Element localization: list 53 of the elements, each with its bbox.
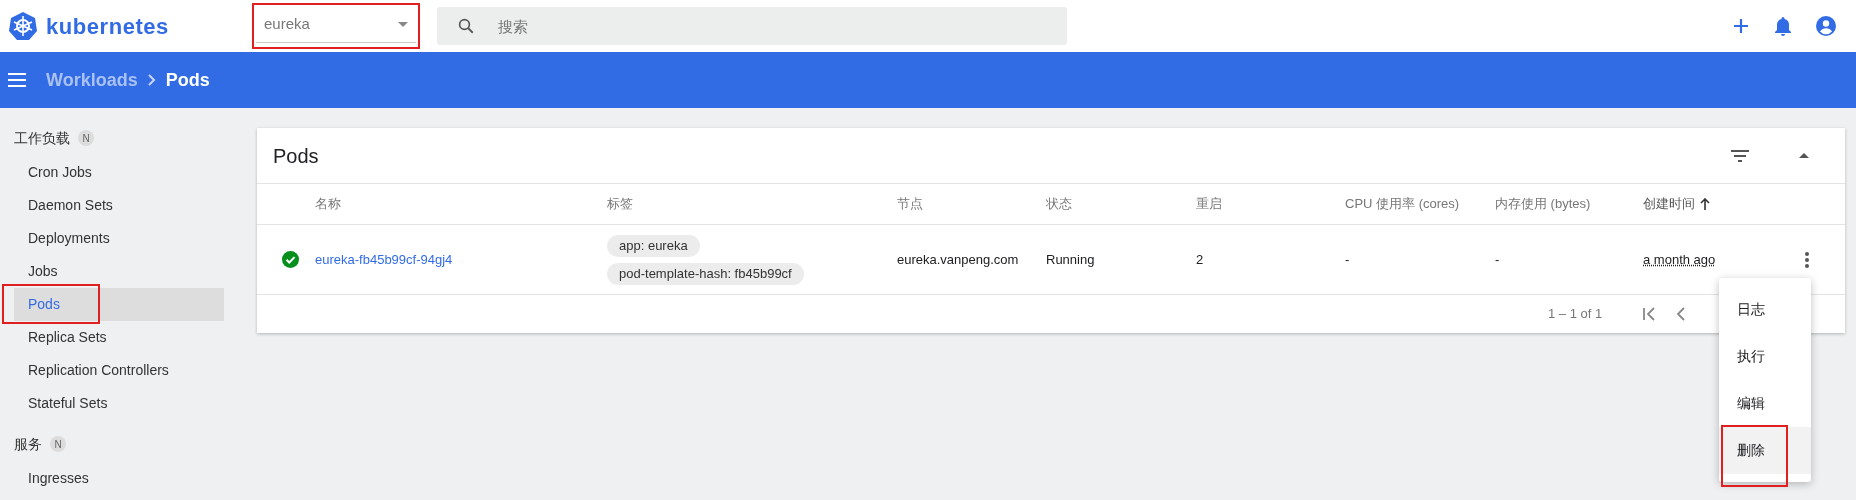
previous-page-icon[interactable] bbox=[1676, 307, 1687, 321]
sidebar-item[interactable]: Replication Controllers bbox=[14, 354, 224, 387]
table-cell: eureka.vanpeng.com bbox=[897, 251, 1019, 267]
app-logo-text: kubernetes bbox=[46, 12, 169, 41]
column-header[interactable]: 节点 bbox=[897, 194, 923, 214]
sidebar-item[interactable]: Ingresses bbox=[14, 462, 224, 495]
breadcrumb-item: Pods bbox=[165, 68, 210, 92]
sidebar-item[interactable]: Deployments bbox=[14, 222, 224, 255]
namespaced-badge: N bbox=[78, 130, 94, 146]
namespace-select[interactable]: eureka bbox=[252, 3, 420, 49]
table-cell: 2 bbox=[1196, 251, 1204, 267]
sidebar-item[interactable]: Cron Jobs bbox=[14, 156, 224, 189]
namespaced-badge: N bbox=[50, 436, 66, 452]
collapse-caret-icon[interactable] bbox=[1799, 153, 1809, 158]
chevron-right-icon bbox=[147, 74, 156, 86]
column-header[interactable]: 创建时间 bbox=[1643, 194, 1695, 214]
menu-icon[interactable] bbox=[8, 73, 26, 87]
column-header[interactable]: CPU 使用率 (cores) bbox=[1345, 194, 1460, 214]
sidebar-section-title: 工作负载 bbox=[14, 128, 70, 148]
sidebar-section-title: 服务 bbox=[14, 434, 42, 454]
sidebar-item[interactable]: Stateful Sets bbox=[14, 387, 224, 420]
helm-logo-icon bbox=[8, 11, 38, 41]
first-page-icon[interactable] bbox=[1642, 307, 1657, 321]
add-icon[interactable] bbox=[1732, 17, 1750, 35]
search-field[interactable]: 搜索 bbox=[437, 7, 1067, 45]
table-cell: a month ago bbox=[1643, 251, 1716, 267]
column-header[interactable]: 名称 bbox=[315, 194, 341, 214]
filter-icon[interactable] bbox=[1731, 149, 1749, 162]
column-header[interactable]: 标签 bbox=[607, 194, 633, 214]
sidebar-item[interactable]: Pods bbox=[14, 288, 224, 321]
account-icon[interactable] bbox=[1816, 16, 1836, 36]
pod-name-link[interactable]: eureka-fb45b99cf-94gj4 bbox=[315, 251, 453, 267]
menu-item[interactable]: 删除 bbox=[1719, 427, 1811, 474]
column-header[interactable]: 内存使用 (bytes) bbox=[1495, 194, 1591, 214]
sidebar-item[interactable]: Daemon Sets bbox=[14, 189, 224, 222]
table-cell: - bbox=[1345, 251, 1350, 267]
menu-item[interactable]: 编辑 bbox=[1719, 380, 1811, 427]
column-header[interactable]: 重启 bbox=[1196, 194, 1222, 214]
column-header[interactable]: 状态 bbox=[1046, 194, 1072, 214]
more-options-icon[interactable] bbox=[1805, 251, 1809, 268]
table-cell: - bbox=[1495, 251, 1500, 267]
sidebar-item[interactable]: Jobs bbox=[14, 255, 224, 288]
table-cell: Running bbox=[1046, 251, 1095, 267]
label-chip: pod-template-hash: fb45b99cf bbox=[607, 262, 804, 285]
dropdown-caret-icon bbox=[398, 22, 408, 27]
notifications-bell-icon[interactable] bbox=[1774, 16, 1792, 36]
pagination-range: 1 – 1 of 1 bbox=[1548, 305, 1603, 324]
sidebar-item[interactable]: Replica Sets bbox=[14, 321, 224, 354]
menu-item[interactable]: 日志 bbox=[1719, 286, 1811, 333]
label-chip: app: eureka bbox=[607, 234, 700, 257]
card-title: Pods bbox=[273, 143, 319, 169]
menu-item[interactable]: 执行 bbox=[1719, 333, 1811, 380]
search-icon bbox=[457, 17, 475, 35]
